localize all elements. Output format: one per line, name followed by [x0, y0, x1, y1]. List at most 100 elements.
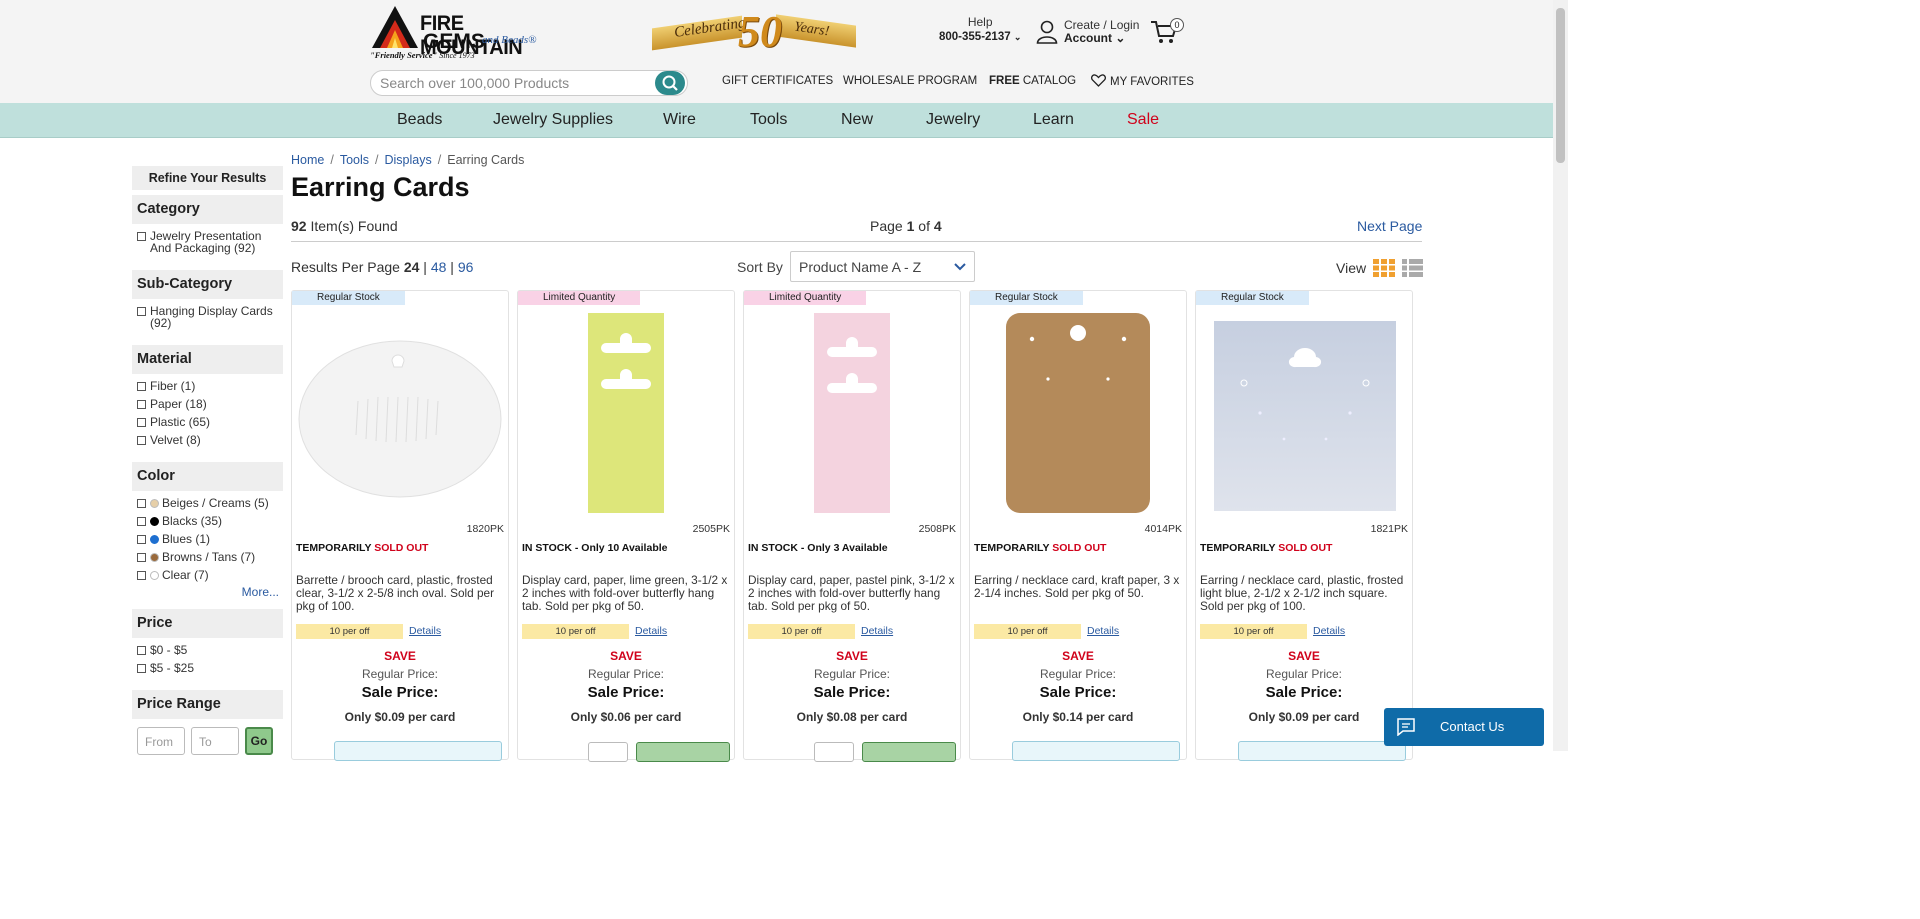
breadcrumb-home[interactable]: Home [291, 153, 324, 167]
facet-price-range-heading: Price Range [132, 690, 283, 719]
product-image[interactable] [974, 309, 1182, 515]
view-label: View [1336, 260, 1367, 276]
stock-badge: Limited Quantity [744, 291, 867, 305]
price-go-button[interactable]: Go [245, 727, 273, 755]
filter-option[interactable]: Browns / Tans (7) [137, 551, 279, 563]
details-link[interactable]: Details [409, 625, 441, 637]
my-favorites-link[interactable]: MY FAVORITES [1091, 74, 1194, 88]
regular-price-label: Regular Price: [1265, 667, 1343, 681]
breadcrumb-displays[interactable]: Displays [385, 153, 432, 167]
save-label: SAVE [836, 649, 868, 663]
product-image[interactable] [522, 309, 730, 515]
list-view-icon[interactable] [1402, 259, 1423, 277]
product-description[interactable]: Barrette / brooch card, plastic, frosted… [296, 574, 504, 613]
checkbox[interactable] [137, 646, 146, 655]
nav-jewelry[interactable]: Jewelry [926, 111, 980, 129]
nav-new[interactable]: New [841, 111, 873, 129]
product-image[interactable] [296, 309, 504, 515]
notify-button[interactable] [1238, 741, 1406, 761]
details-link[interactable]: Details [861, 625, 893, 637]
checkbox[interactable] [137, 232, 146, 241]
rpp-96-link[interactable]: 96 [458, 259, 474, 275]
nav-sale[interactable]: Sale [1127, 111, 1159, 129]
filter-option[interactable]: Clear (7) [137, 569, 279, 581]
promo-badge: 10 per off [1200, 624, 1307, 639]
sort-select[interactable]: Product Name A - Z [790, 251, 975, 282]
price-to-input[interactable]: To [191, 727, 239, 755]
product-card[interactable]: Regular Stock 1821PK TEMPORARILY SOLD OU… [1195, 290, 1413, 761]
checkbox[interactable] [137, 382, 146, 391]
grid-view-icon[interactable] [1373, 259, 1395, 277]
checkbox[interactable] [137, 307, 146, 316]
wholesale-program-link[interactable]: WHOLESALE PROGRAM [843, 75, 977, 87]
next-page-link[interactable]: Next Page [1357, 218, 1422, 234]
availability: TEMPORARILY SOLD OUT [1200, 542, 1333, 554]
filter-option[interactable]: Paper (18) [137, 398, 279, 410]
search-input[interactable] [380, 74, 650, 92]
details-link[interactable]: Details [1087, 625, 1119, 637]
product-description[interactable]: Earring / necklace card, kraft paper, 3 … [974, 574, 1182, 600]
stock-badge: Limited Quantity [518, 291, 641, 305]
filter-option[interactable]: Velvet (8) [137, 434, 279, 446]
nav-wire[interactable]: Wire [663, 111, 696, 129]
checkbox[interactable] [137, 535, 146, 544]
breadcrumb-tools[interactable]: Tools [340, 153, 369, 167]
product-description[interactable]: Display card, paper, lime green, 3-1/2 x… [522, 574, 730, 613]
product-card[interactable]: Regular Stock 1820PK TEMPORARILY SOLD OU… [291, 290, 509, 761]
checkbox[interactable] [137, 436, 146, 445]
add-to-cart-button[interactable] [636, 742, 730, 762]
product-card[interactable]: Limited Quantity 2505PK IN STOCK - Only … [517, 290, 735, 762]
per-unit-price: Only $0.09 per card [344, 710, 456, 724]
checkbox[interactable] [137, 499, 146, 508]
nav-learn[interactable]: Learn [1033, 111, 1074, 129]
rpp-current: 24 [403, 259, 420, 275]
rpp-48-link[interactable]: 48 [431, 259, 447, 275]
scrollbar-thumb[interactable] [1556, 8, 1565, 163]
product-sku: 1820PK [466, 523, 504, 535]
filter-option[interactable]: Beiges / Creams (5) [137, 497, 279, 509]
filter-option[interactable]: Hanging Display Cards (92) [137, 305, 279, 329]
nav-beads[interactable]: Beads [397, 111, 442, 129]
checkbox[interactable] [137, 400, 146, 409]
facet-category-heading: Category [132, 195, 283, 224]
checkbox[interactable] [137, 517, 146, 526]
checkbox[interactable] [137, 553, 146, 562]
price-from-input[interactable]: From [137, 727, 185, 755]
filter-option[interactable]: Jewelry Presentation And Packaging (92) [137, 230, 279, 254]
product-image[interactable] [748, 309, 956, 515]
notify-button[interactable] [1012, 741, 1180, 761]
checkbox[interactable] [137, 571, 146, 580]
nav-jewelry-supplies[interactable]: Jewelry Supplies [493, 111, 613, 129]
filter-option[interactable]: $0 - $5 [137, 644, 279, 656]
availability: TEMPORARILY SOLD OUT [974, 542, 1107, 554]
product-card[interactable]: Regular Stock 4014PK TEMPORARILY SOLD OU… [969, 290, 1187, 761]
add-to-cart-button[interactable] [862, 742, 956, 762]
product-image[interactable] [1200, 309, 1408, 515]
site-logo[interactable]: FIRE MOUNTAIN GEMS and Beads® "Friendly … [370, 4, 560, 60]
cart-button[interactable]: 0 [1150, 18, 1186, 46]
nav-tools[interactable]: Tools [750, 111, 787, 129]
product-description[interactable]: Earring / necklace card, plastic, froste… [1200, 574, 1408, 613]
filter-option[interactable]: Blacks (35) [137, 515, 279, 527]
contact-us-button[interactable]: Contact Us [1384, 708, 1544, 746]
search-button[interactable] [655, 71, 685, 95]
page-scrollbar[interactable] [1553, 0, 1568, 751]
filter-option[interactable]: Fiber (1) [137, 380, 279, 392]
free-catalog-link[interactable]: FREE CATALOG [989, 75, 1076, 87]
chat-icon [1397, 718, 1415, 736]
gift-certificates-link[interactable]: GIFT CERTIFICATES [722, 75, 833, 87]
product-card[interactable]: Limited Quantity 2508PK IN STOCK - Only … [743, 290, 961, 762]
details-link[interactable]: Details [635, 625, 667, 637]
filter-option[interactable]: $5 - $25 [137, 662, 279, 674]
filter-option[interactable]: Blues (1) [137, 533, 279, 545]
product-description[interactable]: Display card, paper, pastel pink, 3-1/2 … [748, 574, 956, 613]
quantity-input[interactable] [814, 742, 854, 762]
quantity-input[interactable] [588, 742, 628, 762]
details-link[interactable]: Details [1313, 625, 1345, 637]
more-colors-link[interactable]: More... [137, 585, 279, 599]
help-phone-menu[interactable]: Help 800-355-2137 ⌄ [939, 15, 1021, 43]
checkbox[interactable] [137, 418, 146, 427]
checkbox[interactable] [137, 664, 146, 673]
notify-button[interactable] [334, 741, 502, 761]
filter-option[interactable]: Plastic (65) [137, 416, 279, 428]
